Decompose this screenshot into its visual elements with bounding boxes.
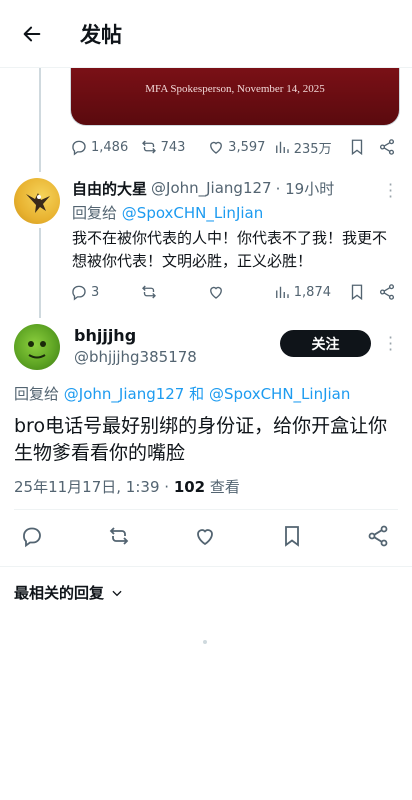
- heart-icon: [210, 286, 223, 299]
- reply-button[interactable]: 3: [70, 283, 140, 301]
- repost-icon: [141, 140, 156, 154]
- repost-button[interactable]: [107, 524, 131, 552]
- reply-prefix: 回复给: [72, 204, 118, 222]
- repost-icon: [141, 285, 156, 299]
- chevron-down-icon: [112, 590, 122, 596]
- view-count: 235万: [293, 141, 332, 157]
- repost-count: 743: [160, 139, 186, 155]
- bookmark-button[interactable]: [348, 138, 378, 156]
- like-button[interactable]: 3,597: [207, 138, 273, 156]
- quoted-post-actions: 1,486 743 3,597 235万: [70, 135, 398, 159]
- repost-icon: [109, 527, 128, 545]
- divider: [0, 566, 412, 567]
- reply-context: 回复给 @John_Jiang127 和 @SpoxCHN_LinJian: [14, 383, 350, 404]
- reply-prefix: 回复给: [14, 385, 60, 403]
- reply-icon: [72, 285, 86, 301]
- user-handle[interactable]: @bhjjjhg385178: [74, 348, 197, 366]
- bookmark-button[interactable]: [348, 283, 378, 301]
- arrow-left-icon: [23, 26, 41, 41]
- reply-header: 自由的大星 @John_Jiang127 · 19小时: [72, 177, 392, 199]
- reply-actions: 3 1,874: [70, 280, 398, 304]
- more-options-icon[interactable]: · · ·: [388, 177, 393, 205]
- eagle-avatar-icon: [26, 193, 50, 213]
- post-meta: 25年11月17日, 1:39 · 102 查看: [14, 476, 240, 497]
- bar-chart-icon: [275, 141, 289, 153]
- quoted-image-card[interactable]: MFA Spokesperson, November 14, 2025: [70, 68, 400, 126]
- share-icon: [380, 284, 395, 300]
- repost-button[interactable]: [140, 283, 208, 301]
- post-actions: [20, 523, 390, 553]
- heart-icon: [210, 141, 223, 154]
- reply-button[interactable]: [20, 524, 44, 552]
- loading-indicator: [203, 640, 207, 644]
- thread-connector: [39, 68, 41, 172]
- reply-button[interactable]: 1,486: [70, 138, 140, 156]
- reply-count: 1,486: [91, 139, 129, 155]
- bookmark-button[interactable]: [280, 524, 304, 552]
- share-icon: [380, 139, 395, 155]
- view-count: 1,874: [293, 284, 331, 300]
- reply-text: 我不在被你代表的人中！你代表不了我！我更不想被你代表！文明必胜，正义必胜！: [72, 229, 388, 270]
- reply-conjunction: 和: [189, 385, 205, 403]
- avatar[interactable]: [14, 178, 60, 224]
- display-name[interactable]: 自由的大星: [72, 178, 147, 199]
- reply-count: 3: [91, 284, 100, 300]
- post-text: bro电话号最好别绑的身份证，给你开盒让你生物爹看看你的嘴脸: [14, 415, 388, 464]
- share-button[interactable]: [378, 138, 398, 156]
- bookmark-icon: [352, 139, 363, 156]
- share-icon: [368, 525, 388, 547]
- thread-connector: [39, 228, 41, 318]
- avatar[interactable]: [14, 324, 60, 370]
- heart-icon: [197, 529, 213, 546]
- user-handle[interactable]: @John_Jiang127: [151, 179, 272, 197]
- mention-link[interactable]: @SpoxCHN_LinJian: [209, 385, 350, 403]
- bar-chart-icon: [275, 286, 289, 298]
- mention-link[interactable]: @John_Jiang127: [64, 385, 185, 403]
- views-button[interactable]: 1,874: [273, 283, 349, 301]
- face-avatar-icon: [28, 341, 46, 359]
- bookmark-icon: [352, 284, 363, 301]
- post-time: · 19小时: [275, 179, 335, 198]
- views-button[interactable]: 235万: [273, 138, 349, 157]
- top-bar: 发帖: [0, 0, 412, 68]
- view-label: 查看: [209, 478, 240, 496]
- post-timestamp: 25年11月17日, 1:39 ·: [14, 478, 170, 496]
- page-title: 发帖: [80, 22, 122, 47]
- replies-sort-dropdown[interactable]: 最相关的回复: [14, 582, 124, 603]
- more-options-icon[interactable]: · · ·: [388, 330, 393, 358]
- reply-icon: [72, 140, 86, 156]
- reply-icon: [23, 527, 41, 548]
- back-button[interactable]: [0, 0, 64, 68]
- follow-button[interactable]: 关注: [280, 330, 371, 357]
- reply-context: 回复给 @SpoxCHN_LinJian: [72, 202, 263, 223]
- divider: [14, 509, 398, 510]
- bookmark-icon: [284, 526, 299, 547]
- like-button[interactable]: [193, 524, 217, 552]
- like-count: 3,597: [228, 139, 266, 155]
- like-button[interactable]: [207, 283, 273, 301]
- display-name[interactable]: bhjjjhg: [74, 326, 136, 345]
- share-button[interactable]: [378, 283, 398, 301]
- mention-link[interactable]: @SpoxCHN_LinJian: [122, 204, 263, 222]
- view-count[interactable]: 102: [174, 478, 205, 496]
- repost-button[interactable]: 743: [140, 138, 208, 156]
- image-caption: MFA Spokesperson, November 14, 2025: [145, 83, 325, 95]
- share-button[interactable]: [366, 524, 390, 552]
- sort-label: 最相关的回复: [14, 584, 105, 602]
